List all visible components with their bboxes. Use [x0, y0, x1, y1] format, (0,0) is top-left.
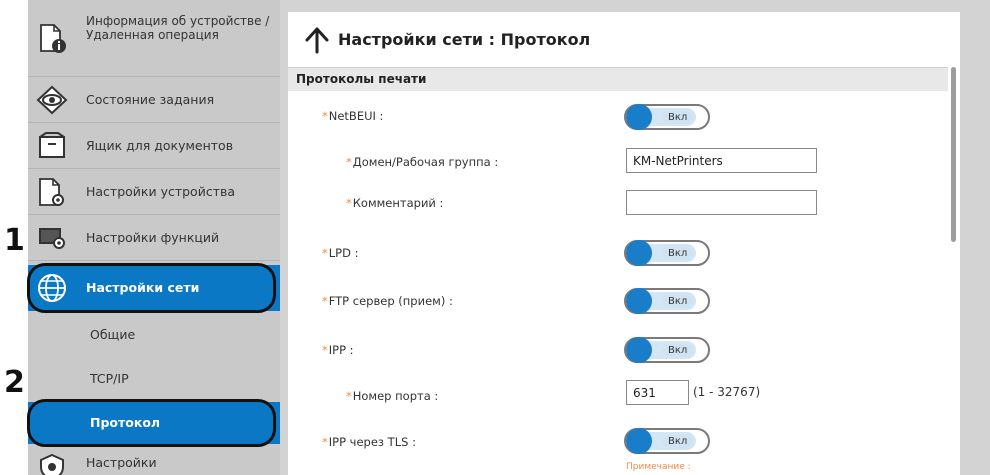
note-label: Примечание : [626, 462, 691, 472]
ipp-toggle[interactable]: Вкл [624, 337, 710, 363]
lpd-toggle[interactable]: Вкл [624, 240, 710, 266]
settings-panel: Настройки сети : Протокол Протоколы печа… [288, 12, 960, 475]
sidebar-divider [28, 260, 280, 261]
lpd-label: *LPD : [322, 246, 359, 260]
sidebar-subitem-tcpip[interactable]: TCP/IP [28, 356, 280, 400]
back-arrow-icon[interactable] [304, 26, 330, 54]
toggle-knob [626, 288, 652, 314]
sidebar-item-device-settings[interactable]: Настройки устройства [28, 169, 280, 214]
port-range-hint: (1 - 32767) [693, 385, 761, 399]
eye-icon [35, 83, 69, 117]
sidebar-item-label: Настройки устройства [86, 184, 236, 199]
ftp-server-label: *FTP сервер (прием) : [322, 294, 453, 308]
step-number-2: 2 [4, 365, 25, 400]
toggle-knob [626, 337, 652, 363]
sidebar-item-label: Информация об устройстве / Удаленная опе… [86, 14, 270, 42]
port-number-label: *Номер порта : [346, 389, 439, 403]
ftp-server-toggle[interactable]: Вкл [624, 288, 710, 314]
ipp-over-tls-label: *IPP через TLS : [322, 435, 416, 449]
sidebar-item-document-box[interactable]: Ящик для документов [28, 123, 280, 168]
function-settings-icon [35, 221, 69, 255]
toggle-state-label: Вкл [662, 111, 694, 124]
section-header: Протоколы печати [288, 67, 948, 91]
scrollbar[interactable] [951, 67, 956, 242]
section-title: Протоколы печати [296, 72, 427, 86]
ipp-label: *IPP : [322, 343, 354, 357]
domain-workgroup-label: *Домен/Рабочая группа : [346, 155, 499, 169]
callout-highlight-network-settings [27, 263, 276, 313]
panel-header: Настройки сети : Протокол [288, 12, 960, 67]
device-info-icon [35, 21, 69, 55]
port-number-input[interactable]: 631 [626, 380, 689, 405]
sidebar-subitem-label: Общие [90, 327, 136, 342]
netbeui-toggle[interactable]: Вкл [624, 104, 710, 130]
sidebar-subitem-label: TCP/IP [90, 371, 129, 386]
comment-label: *Комментарий : [346, 196, 444, 210]
netbeui-label: *NetBEUI : [322, 109, 384, 123]
sidebar-item-label: Настройки [86, 455, 157, 470]
sidebar-item-function-settings[interactable]: Настройки функций [28, 215, 280, 260]
sidebar-item-label: Ящик для документов [86, 138, 234, 153]
document-box-icon [35, 129, 69, 163]
toggle-state-label: Вкл [662, 435, 694, 448]
page-title: Настройки сети : Протокол [338, 30, 591, 49]
sidebar-item-label: Состояние задания [86, 92, 215, 107]
toggle-knob [626, 428, 652, 454]
sidebar-item-label: Настройки функций [86, 230, 220, 245]
domain-workgroup-input[interactable]: KM-NetPrinters [626, 148, 817, 173]
comment-input[interactable] [626, 190, 817, 215]
toggle-state-label: Вкл [662, 247, 694, 260]
device-settings-icon [35, 175, 69, 209]
sidebar-item-device-info[interactable]: Информация об устройстве / Удаленная опе… [28, 0, 280, 76]
ipp-over-tls-toggle[interactable]: Вкл [624, 428, 710, 454]
sidebar-item-job-status[interactable]: Состояние задания [28, 77, 280, 122]
callout-highlight-protocol [27, 399, 276, 447]
step-number-1: 1 [4, 223, 25, 258]
security-icon [35, 450, 69, 475]
toggle-state-label: Вкл [662, 295, 694, 308]
sidebar-subitem-general[interactable]: Общие [28, 312, 280, 356]
toggle-knob [626, 240, 652, 266]
toggle-knob [626, 104, 652, 130]
toggle-state-label: Вкл [662, 344, 694, 357]
sidebar-item-security-settings[interactable]: Настройки [28, 448, 280, 475]
